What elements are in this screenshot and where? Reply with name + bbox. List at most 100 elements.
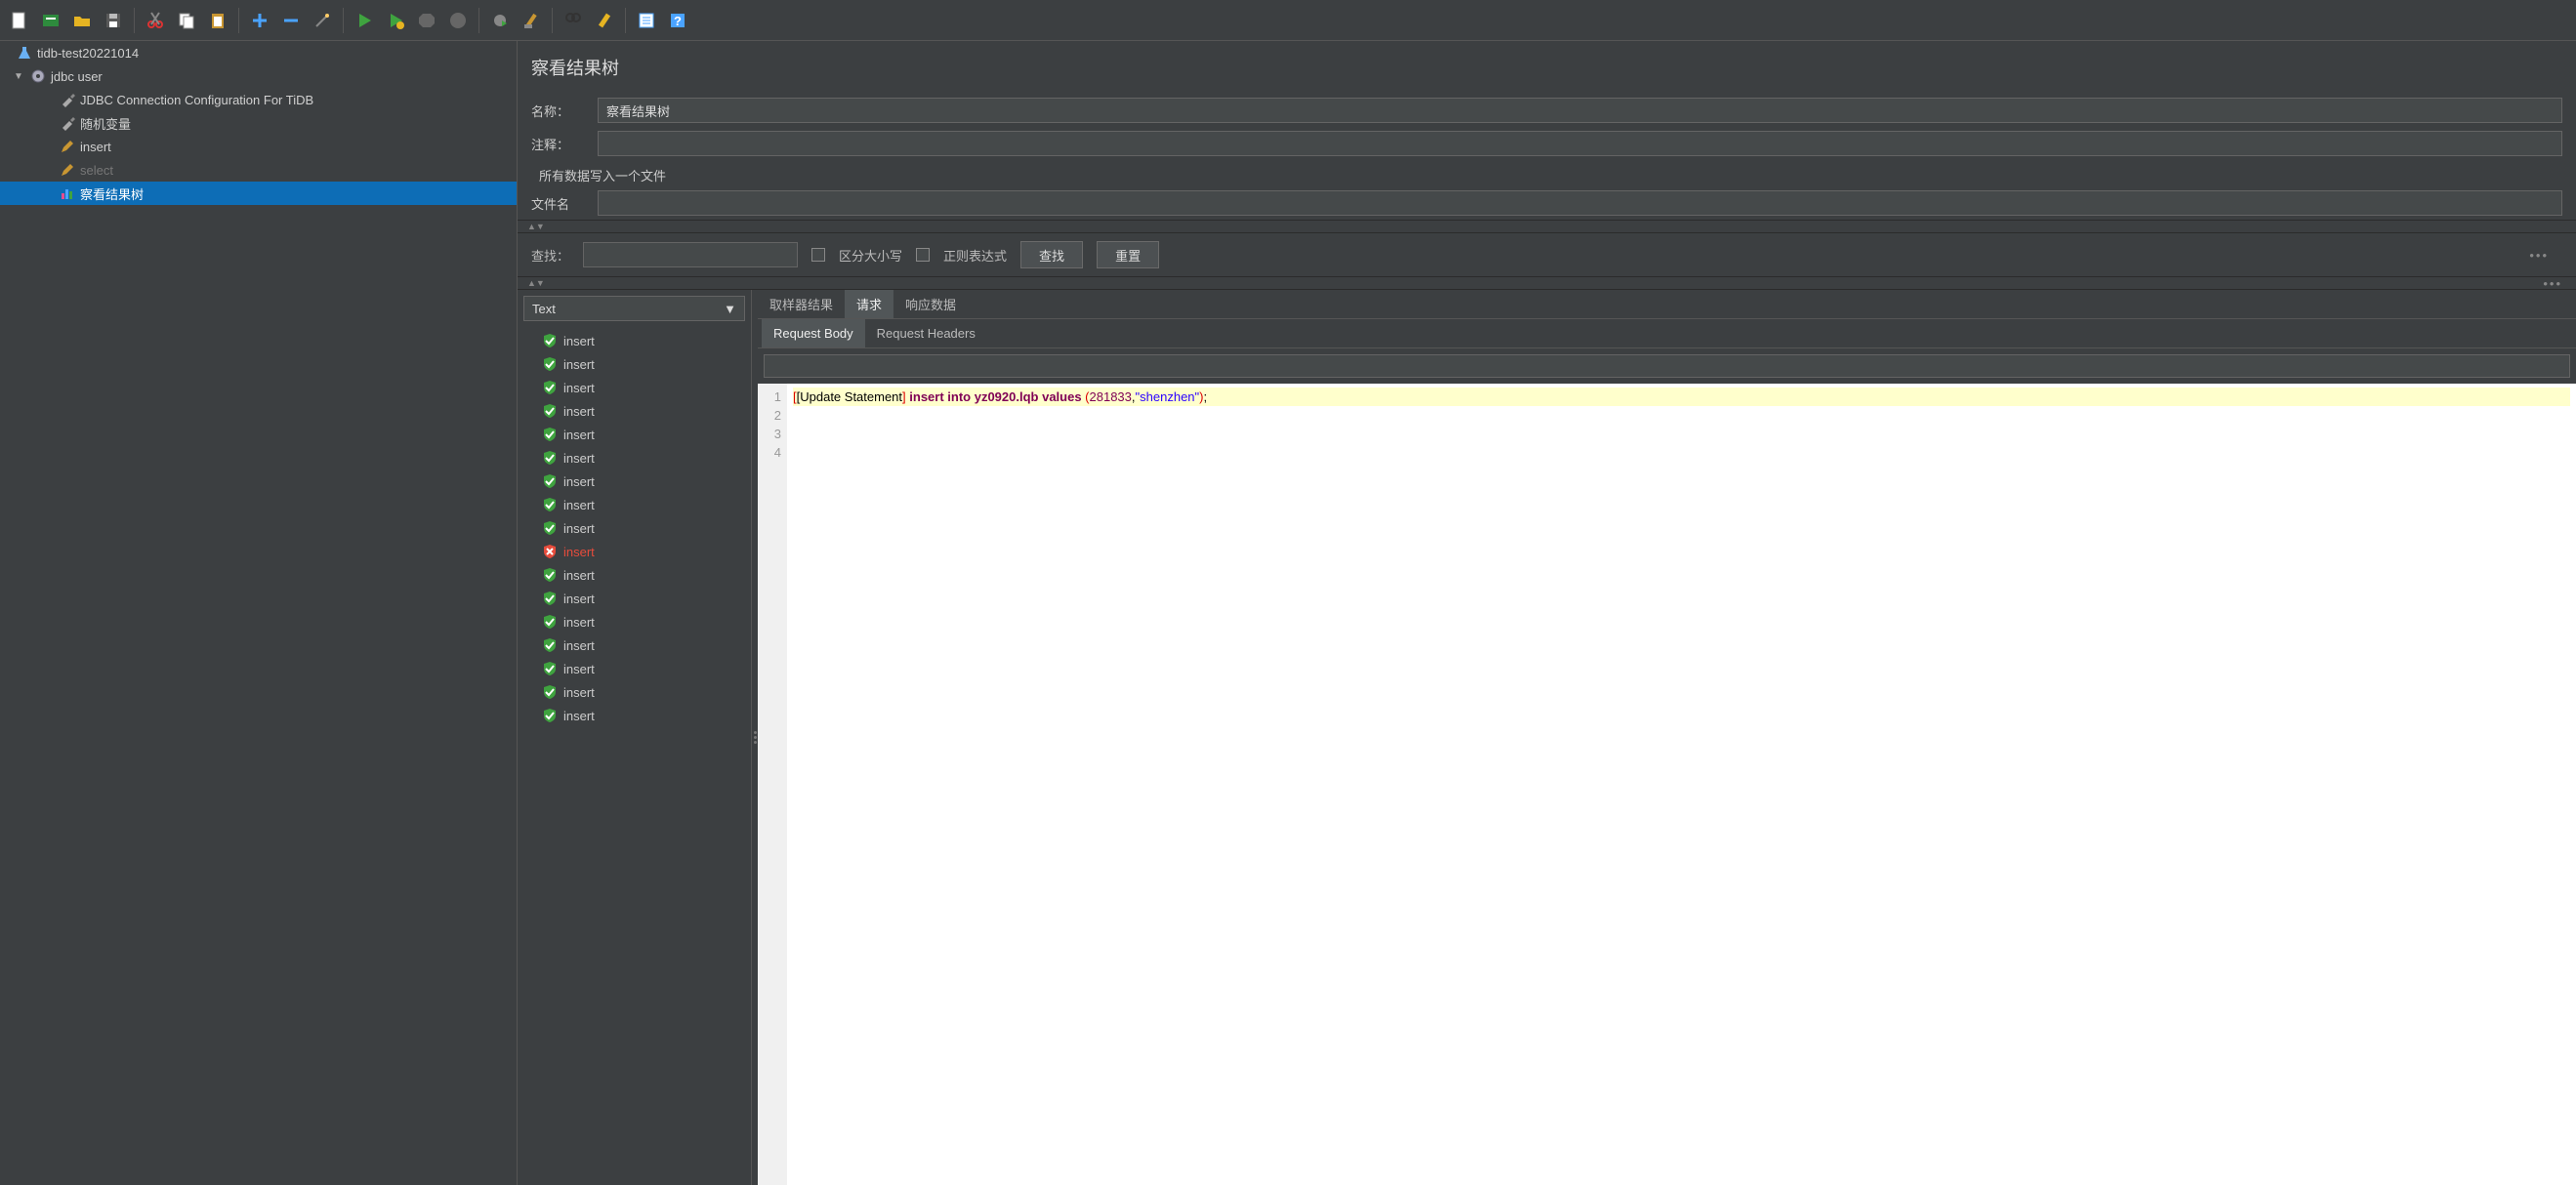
tree-item[interactable]: insert bbox=[0, 135, 517, 158]
filename-input[interactable] bbox=[598, 190, 2562, 216]
content-panel: 察看结果树 名称： 注释： 所有数据写入一个文件 文件名 ▲▼ 查找： 区分大小… bbox=[518, 41, 2576, 1185]
case-label: 区分大小写 bbox=[839, 246, 902, 265]
result-item[interactable]: insert bbox=[535, 610, 747, 633]
clear-search-icon[interactable] bbox=[591, 7, 618, 34]
result-item[interactable]: insert bbox=[535, 423, 747, 446]
search-icon[interactable] bbox=[560, 7, 587, 34]
result-item[interactable]: insert bbox=[535, 633, 747, 657]
open-icon[interactable] bbox=[68, 7, 96, 34]
tree-item-label: select bbox=[80, 163, 113, 178]
new-icon[interactable] bbox=[6, 7, 33, 34]
result-item[interactable]: insert bbox=[535, 563, 747, 587]
shield-icon bbox=[542, 473, 558, 489]
code-token: 281833 bbox=[1090, 389, 1132, 404]
comment-input[interactable] bbox=[598, 131, 2562, 156]
result-item[interactable]: insert bbox=[535, 446, 747, 470]
result-item[interactable]: insert bbox=[535, 540, 747, 563]
tree-thread-group-label: jdbc user bbox=[51, 69, 103, 84]
search-input[interactable] bbox=[583, 242, 798, 267]
primary-tab[interactable]: 请求 bbox=[845, 290, 893, 318]
secondary-tab[interactable]: Request Headers bbox=[865, 319, 987, 347]
result-item[interactable]: insert bbox=[535, 493, 747, 516]
gear-icon bbox=[29, 67, 47, 85]
shield-icon bbox=[542, 614, 558, 630]
results-list: insertinsertinsertinsertinsertinsertinse… bbox=[518, 327, 751, 1185]
clear-icon[interactable] bbox=[518, 7, 545, 34]
result-label: insert bbox=[563, 381, 595, 395]
result-label: insert bbox=[563, 498, 595, 512]
result-item[interactable]: insert bbox=[535, 399, 747, 423]
wand-icon[interactable] bbox=[309, 7, 336, 34]
search-label: 查找： bbox=[531, 246, 569, 265]
code-filter-input[interactable] bbox=[764, 354, 2570, 378]
case-sensitive-checkbox[interactable] bbox=[811, 248, 825, 262]
result-item[interactable]: insert bbox=[535, 352, 747, 376]
line-number: 1 bbox=[758, 388, 781, 406]
tree-item[interactable]: select bbox=[0, 158, 517, 182]
result-item[interactable]: insert bbox=[535, 376, 747, 399]
tree-item-label: 察看结果树 bbox=[80, 184, 144, 203]
panel-title: 察看结果树 bbox=[518, 41, 2576, 94]
tree-item-label: insert bbox=[80, 140, 111, 154]
result-item[interactable]: insert bbox=[535, 329, 747, 352]
run-no-pause-icon[interactable] bbox=[382, 7, 409, 34]
result-item[interactable]: insert bbox=[535, 680, 747, 704]
tree-item[interactable]: 察看结果树 bbox=[0, 182, 517, 205]
result-label: insert bbox=[563, 709, 595, 723]
reset-button[interactable]: 重置 bbox=[1097, 241, 1159, 268]
help-icon[interactable]: ? bbox=[664, 7, 691, 34]
line-number: 4 bbox=[758, 443, 781, 462]
templates-icon[interactable] bbox=[37, 7, 64, 34]
collapse-bar-1[interactable]: ▲▼ bbox=[518, 220, 2576, 233]
code-area: 1234 [[Update Statement] insert into yz0… bbox=[758, 384, 2576, 1185]
shield-icon bbox=[542, 637, 558, 653]
result-item[interactable]: insert bbox=[535, 587, 747, 610]
result-item[interactable]: insert bbox=[535, 704, 747, 727]
svg-text:?: ? bbox=[674, 14, 682, 28]
result-item[interactable]: insert bbox=[535, 470, 747, 493]
shield-icon bbox=[542, 427, 558, 442]
renderer-dropdown[interactable]: Text ▼ bbox=[523, 296, 745, 321]
result-item[interactable]: insert bbox=[535, 657, 747, 680]
collapse-bar-2[interactable]: ▲▼••• bbox=[518, 276, 2576, 290]
shield-icon bbox=[542, 661, 558, 676]
result-item[interactable]: insert bbox=[535, 516, 747, 540]
gear-run-icon[interactable] bbox=[486, 7, 514, 34]
regex-checkbox[interactable] bbox=[916, 248, 930, 262]
tree-item-label: 随机变量 bbox=[80, 114, 131, 133]
code-content[interactable]: [[Update Statement] insert into yz0920.l… bbox=[787, 384, 2576, 1185]
add-icon[interactable] bbox=[246, 7, 273, 34]
tree-item[interactable]: 随机变量 bbox=[0, 111, 517, 135]
shield-icon bbox=[542, 450, 558, 466]
function-helper-icon[interactable] bbox=[633, 7, 660, 34]
name-input[interactable] bbox=[598, 98, 2562, 123]
shield-icon bbox=[542, 520, 558, 536]
collapse-toggle[interactable]: ▼ bbox=[12, 71, 25, 82]
overflow-icon[interactable]: ••• bbox=[2529, 248, 2549, 263]
result-label: insert bbox=[563, 428, 595, 442]
chart-icon bbox=[59, 184, 76, 202]
secondary-tab[interactable]: Request Body bbox=[762, 319, 865, 347]
result-label: insert bbox=[563, 568, 595, 583]
shield-icon bbox=[542, 591, 558, 606]
run-icon[interactable] bbox=[351, 7, 378, 34]
tree-thread-group[interactable]: ▼ jdbc user bbox=[0, 64, 517, 88]
cut-icon[interactable] bbox=[142, 7, 169, 34]
regex-label: 正则表达式 bbox=[943, 246, 1007, 265]
line-number: 2 bbox=[758, 406, 781, 425]
tree-item[interactable]: JDBC Connection Configuration For TiDB bbox=[0, 88, 517, 111]
secondary-tabs: Request BodyRequest Headers bbox=[758, 319, 2576, 348]
find-button[interactable]: 查找 bbox=[1020, 241, 1083, 268]
paste-icon[interactable] bbox=[204, 7, 231, 34]
remove-icon[interactable] bbox=[277, 7, 305, 34]
stop-icon[interactable] bbox=[413, 7, 440, 34]
tree-root[interactable]: tidb-test20221014 bbox=[0, 41, 517, 64]
primary-tab[interactable]: 取样器结果 bbox=[758, 290, 845, 318]
save-icon[interactable] bbox=[100, 7, 127, 34]
primary-tab[interactable]: 响应数据 bbox=[893, 290, 968, 318]
overflow-icon-2[interactable]: ••• bbox=[2543, 276, 2562, 291]
result-label: insert bbox=[563, 334, 595, 348]
copy-icon[interactable] bbox=[173, 7, 200, 34]
shutdown-icon[interactable] bbox=[444, 7, 472, 34]
tree-item-label: JDBC Connection Configuration For TiDB bbox=[80, 93, 313, 107]
